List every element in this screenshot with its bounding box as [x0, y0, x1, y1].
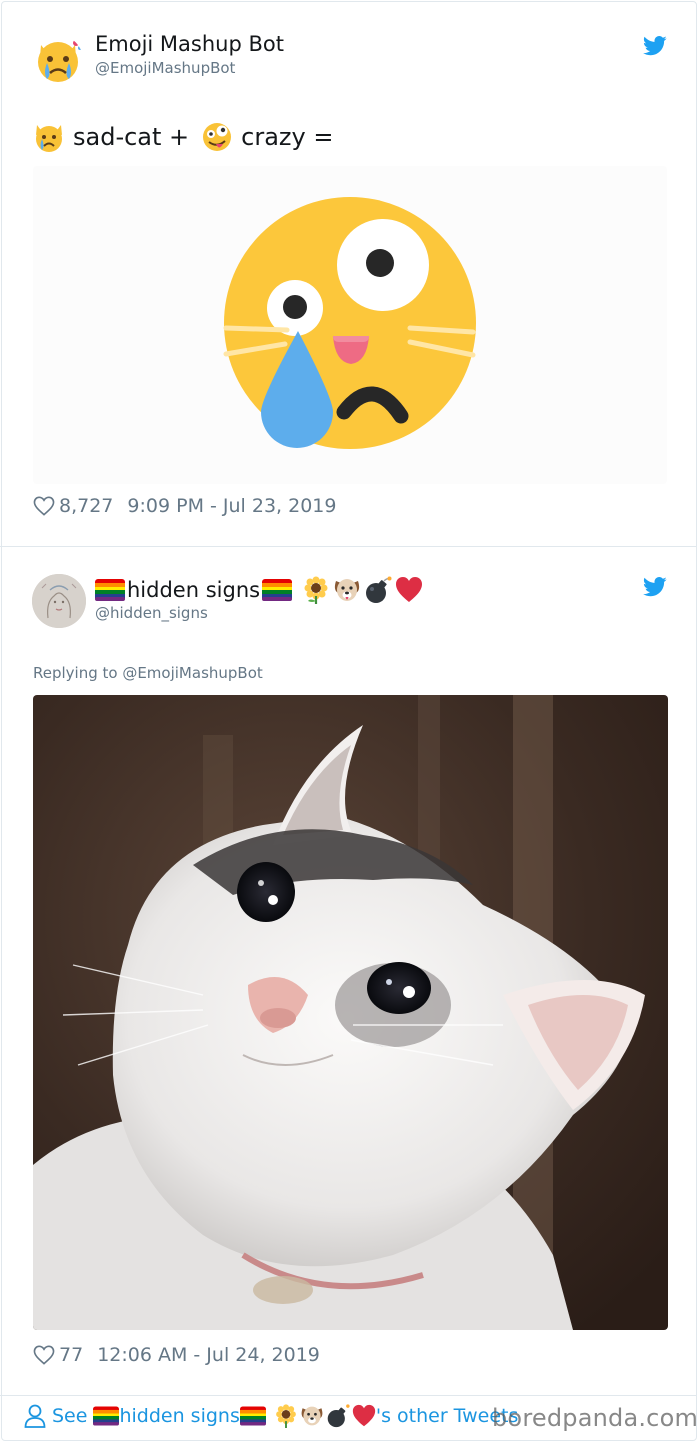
mashup-emoji-image[interactable] [33, 166, 667, 484]
author-handle[interactable]: @EmojiMashupBot [95, 59, 235, 77]
sunflower-emoji-icon [276, 1404, 296, 1428]
red-heart-emoji-icon [396, 577, 423, 602]
crying-cat-photo-illustration [33, 695, 668, 1330]
heart-icon[interactable] [33, 496, 55, 516]
replying-to-label[interactable]: Replying to @EmojiMashupBot [33, 664, 263, 682]
twitter-bird-icon[interactable] [643, 577, 667, 597]
author-handle[interactable]: @hidden_signs [95, 604, 208, 622]
name-emoji-row [302, 576, 423, 604]
crying-cat-emoji-avatar-icon [38, 40, 82, 82]
person-icon [24, 1404, 46, 1428]
bomb-emoji-icon [366, 576, 392, 603]
mashup-emoji-illustration [223, 197, 476, 449]
bomb-emoji-icon [327, 1404, 350, 1428]
zany-face-emoji-icon [203, 123, 232, 151]
rainbow-flag-emoji-icon [93, 1406, 120, 1426]
boredpanda-watermark: boredpanda.com [492, 1404, 699, 1432]
tweet-reply: hidden signs @hidden_signs Replying to @… [0, 547, 696, 1397]
tweet-footer: 8,727 9:09 PM - Jul 23, 2019 [33, 495, 336, 517]
twitter-bird-icon[interactable] [643, 36, 667, 56]
tweet-footer: 77 12:06 AM - Jul 24, 2019 [33, 1344, 320, 1366]
author-name-row[interactable]: hidden signs [95, 576, 423, 604]
author-name[interactable]: hidden signs [127, 578, 260, 602]
see-prefix: See [52, 1405, 88, 1427]
rainbow-flag-emoji-icon [262, 579, 293, 601]
rainbow-flag-emoji-icon [95, 579, 125, 601]
author-avatar[interactable] [33, 35, 83, 85]
see-name: hidden signs [119, 1405, 240, 1427]
rainbow-flag-emoji-icon [239, 1406, 266, 1426]
tweet-timestamp[interactable]: 12:06 AM - Jul 24, 2019 [97, 1344, 320, 1366]
author-avatar[interactable] [32, 574, 86, 628]
like-count[interactable]: 77 [59, 1344, 83, 1366]
crying-cat-photo[interactable] [33, 695, 668, 1330]
see-other-tweets-link[interactable]: See hidden signs 's other Tweets [24, 1404, 518, 1428]
tweet-bot: Emoji Mashup Bot @EmojiMashupBot sad-cat… [0, 0, 696, 546]
footer-divider [0, 1395, 696, 1396]
tweet-text: sad-cat + crazy = [33, 121, 333, 153]
crying-cat-face-emoji-icon [36, 125, 62, 152]
tweet-text-part1: sad-cat + [73, 123, 190, 151]
sketch-avatar-icon [32, 574, 86, 628]
dog-face-emoji-icon [301, 1406, 323, 1426]
tweet-text-part2: crazy = [241, 123, 334, 151]
like-count[interactable]: 8,727 [59, 495, 113, 517]
red-heart-emoji-icon [352, 1404, 376, 1427]
tweet-timestamp[interactable]: 9:09 PM - Jul 23, 2019 [127, 495, 336, 517]
dog-face-emoji-icon [334, 579, 360, 601]
sunflower-emoji-icon [304, 576, 328, 604]
heart-icon[interactable] [33, 1345, 55, 1365]
author-name[interactable]: Emoji Mashup Bot [95, 32, 284, 56]
